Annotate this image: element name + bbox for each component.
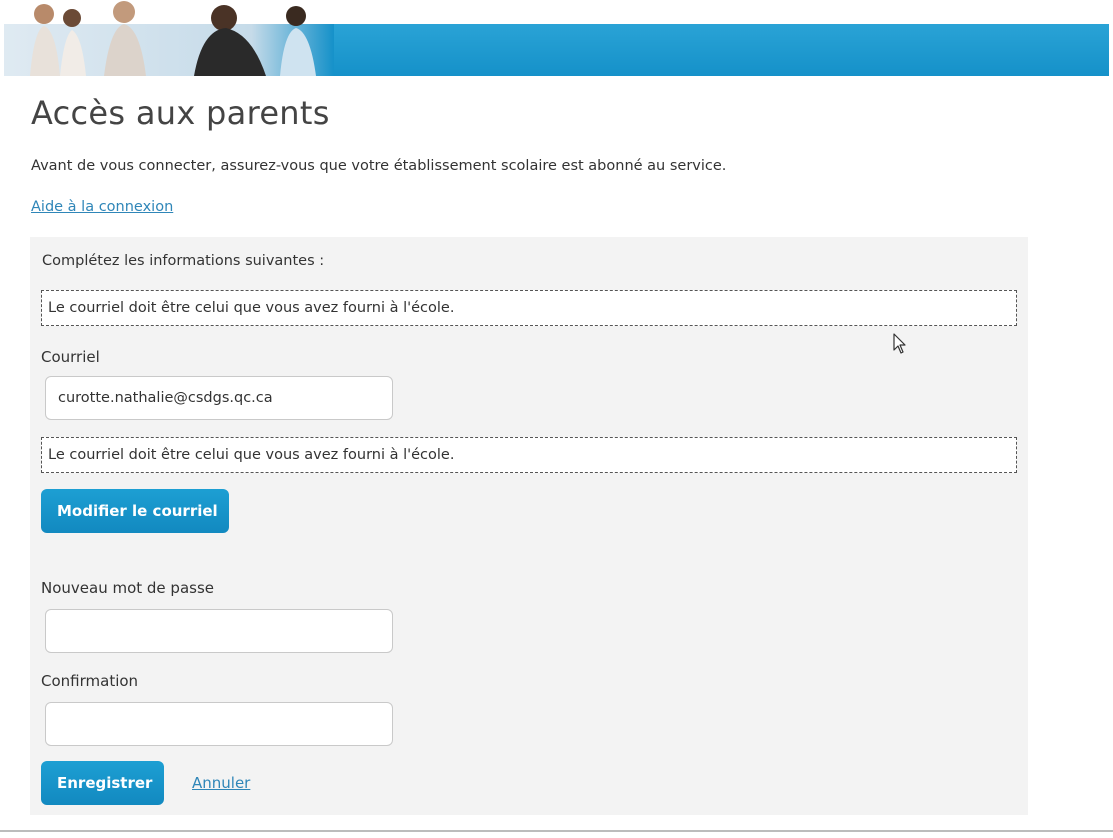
email-notice-top: Le courriel doit être celui que vous ave… (41, 290, 1017, 326)
header-banner (0, 0, 1113, 80)
help-link[interactable]: Aide à la connexion (31, 199, 173, 215)
confirm-password-label: Confirmation (41, 672, 139, 690)
confirm-password-input[interactable] (45, 702, 393, 746)
save-button[interactable]: Enregistrer (41, 761, 164, 805)
email-input[interactable] (45, 376, 393, 420)
family-photo-banner-icon (4, 1, 334, 76)
page: Accès aux parents Avant de vous connecte… (0, 0, 1113, 838)
modify-email-button[interactable]: Modifier le courriel (41, 489, 229, 533)
page-title: Accès aux parents (31, 94, 330, 132)
form-instructions: Complétez les informations suivantes : (42, 253, 325, 269)
bottom-divider (0, 830, 1113, 832)
new-password-input[interactable] (45, 609, 393, 653)
mouse-cursor-icon (893, 333, 906, 354)
new-password-label: Nouveau mot de passe (41, 579, 215, 597)
intro-text: Avant de vous connecter, assurez-vous qu… (31, 158, 727, 174)
cancel-link[interactable]: Annuler (192, 774, 250, 792)
email-notice: Le courriel doit être celui que vous ave… (41, 437, 1017, 473)
email-label: Courriel (41, 348, 100, 366)
